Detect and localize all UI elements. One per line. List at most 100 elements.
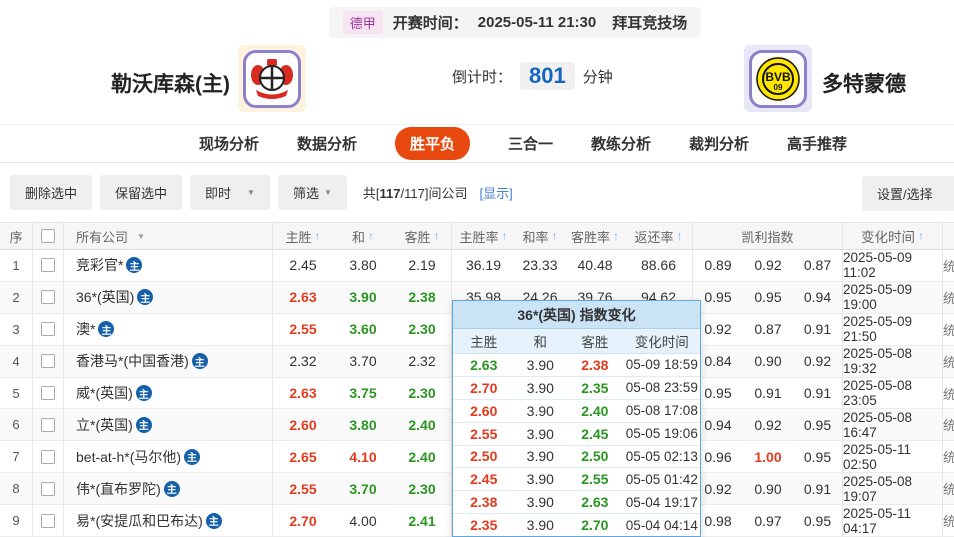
col-header-change-time[interactable]: 变化时间 ↑ xyxy=(843,223,943,249)
away-odds: 2.40 xyxy=(393,409,452,441)
row-checkbox[interactable] xyxy=(41,449,55,464)
col-header-return-rate[interactable]: 返还率 ↑ xyxy=(625,223,693,249)
sort-asc-icon: ↑ xyxy=(918,229,924,243)
change-time: 2025-05-09 11:02 xyxy=(843,250,943,281)
popup-draw-odds: 3.90 xyxy=(526,494,554,511)
row-checkbox[interactable] xyxy=(41,354,55,369)
clipped-column-glyph[interactable]: 统 xyxy=(943,282,954,313)
select-all-checkbox[interactable] xyxy=(41,229,55,243)
keep-selected-button[interactable]: 保留选中 xyxy=(100,175,183,210)
teams-row: 勒沃库森(主) 倒计时： 801 分钟 BVB 09 多特蒙德 xyxy=(0,40,954,125)
away-odds: 2.30 xyxy=(393,313,452,345)
clipped-column-glyph[interactable]: 统 xyxy=(943,409,954,440)
league-badge[interactable]: 德甲 xyxy=(342,11,383,34)
show-link[interactable]: [显示] xyxy=(479,183,512,202)
change-time: 2025-05-08 19:32 xyxy=(843,345,943,377)
nav-tab[interactable]: 高手推荐 xyxy=(787,128,847,159)
kelly-away: 0.87 xyxy=(793,250,843,281)
popup-away-odds: 2.50 xyxy=(581,448,609,465)
clipped-column-glyph[interactable]: 统 xyxy=(943,314,954,345)
time-mode-select[interactable]: 即时 ▼ xyxy=(190,175,270,210)
bvb-crest-icon: BVB 09 xyxy=(749,49,807,108)
nav-tab[interactable]: 胜平负 xyxy=(394,127,470,160)
odds-analysis-page: 德甲 开赛时间： 2025-05-11 21:30 拜耳竞技场 勒沃库森(主) xyxy=(0,0,954,537)
filter-select[interactable]: 筛选 ▼ xyxy=(277,175,347,210)
away-team-logo: BVB 09 xyxy=(744,45,812,112)
col-header-home-rate[interactable]: 主胜率 ↑ xyxy=(452,223,515,249)
home-odds: 2.60 xyxy=(289,416,317,433)
away-odds: 2.30 xyxy=(393,377,452,409)
nav-tab[interactable]: 数据分析 xyxy=(297,128,357,159)
col-header-company[interactable]: 所有公司 ▼ xyxy=(64,223,273,249)
nav-tab[interactable]: 教练分析 xyxy=(591,128,651,159)
row-index: 2 xyxy=(12,289,20,305)
popup-row: 2.63 3.90 2.38 05-09 18:59 xyxy=(453,354,700,377)
popup-change-time: 05-08 17:08 xyxy=(625,403,698,419)
row-checkbox[interactable] xyxy=(41,290,55,305)
delete-selected-button[interactable]: 删除选中 xyxy=(10,175,93,210)
company-cell[interactable]: bet-at-h*(马尔他) 主 xyxy=(64,441,273,473)
popup-draw-odds: 3.90 xyxy=(526,448,554,465)
clipped-column-glyph[interactable]: 统 xyxy=(943,505,954,536)
row-checkbox[interactable] xyxy=(41,417,55,432)
clipped-column-glyph[interactable]: 统 xyxy=(943,378,954,409)
popup-away-odds: 2.63 xyxy=(581,494,609,511)
clipped-column-glyph[interactable]: 统 xyxy=(943,250,954,281)
col-header-clipped xyxy=(943,223,954,249)
company-cell[interactable]: 立*(英国) 主 xyxy=(64,409,273,441)
company-cell[interactable]: 易*(安提瓜和巴布达) 主 xyxy=(64,505,273,537)
row-index: 6 xyxy=(12,417,20,433)
col-header-checkbox[interactable] xyxy=(33,223,64,249)
nav-tab[interactable]: 裁判分析 xyxy=(689,128,749,159)
sort-asc-icon: ↑ xyxy=(613,229,619,243)
company-cell[interactable]: 香港马*(中国香港) 主 xyxy=(64,345,273,377)
clipped-column-glyph[interactable]: 统 xyxy=(943,346,954,377)
company-name: 立*(英国) xyxy=(76,416,133,433)
company-name: 易*(安提瓜和巴布达) xyxy=(76,512,203,529)
popup-away-odds: 2.45 xyxy=(581,425,609,442)
row-index: 3 xyxy=(12,321,20,337)
company-cell[interactable]: 威*(英国) 主 xyxy=(64,377,273,409)
away-odds: 2.32 xyxy=(393,345,452,377)
countdown-unit: 分钟 xyxy=(582,68,613,86)
row-checkbox[interactable] xyxy=(41,322,55,337)
nav-tab[interactable]: 现场分析 xyxy=(199,128,259,159)
company-cell[interactable]: 澳* 主 xyxy=(64,313,273,345)
company-name: bet-at-h*(马尔他) xyxy=(76,448,182,465)
kelly-draw: 0.92 xyxy=(754,416,782,433)
popup-body: 2.63 3.90 2.38 05-09 18:59 2.70 3.90 2.3… xyxy=(453,354,700,536)
popup-home-odds: 2.45 xyxy=(470,471,498,488)
col-header-draw-odds[interactable]: 和 ↑ xyxy=(333,223,393,249)
row-checkbox[interactable] xyxy=(41,513,55,528)
popup-row: 2.55 3.90 2.45 05-05 19:06 xyxy=(453,423,700,446)
away-odds: 2.38 xyxy=(393,281,452,313)
row-checkbox[interactable] xyxy=(41,386,55,400)
kelly-away: 0.94 xyxy=(793,281,843,313)
clipped-column-glyph[interactable]: 统 xyxy=(943,473,954,504)
popup-change-time: 05-08 23:59 xyxy=(625,380,698,396)
col-header-home-odds[interactable]: 主胜 ↑ xyxy=(273,223,333,249)
kelly-draw: 0.90 xyxy=(754,480,782,497)
popup-draw-odds: 3.90 xyxy=(526,471,554,488)
company-cell[interactable]: 伟*(直布罗陀) 主 xyxy=(64,473,273,505)
row-checkbox[interactable] xyxy=(41,481,55,496)
nav-tab[interactable]: 三合一 xyxy=(508,128,553,159)
toolbar: 删除选中 保留选中 即时 ▼ 筛选 ▼ 共[117/117]间公司 [显示] 设… xyxy=(0,163,954,222)
clipped-column-glyph[interactable]: 统 xyxy=(943,441,954,472)
leverkusen-crest-icon xyxy=(243,49,301,108)
company-cell[interactable]: 竞彩官* 主 xyxy=(64,250,273,281)
settings-select-button[interactable]: 设置/选择 xyxy=(862,176,954,211)
popup-away-odds: 2.35 xyxy=(581,379,609,396)
kelly-draw: 0.87 xyxy=(754,321,782,338)
popup-change-time: 05-04 19:17 xyxy=(625,494,698,510)
company-cell[interactable]: 36*(英国) 主 xyxy=(64,281,273,313)
kelly-draw: 0.97 xyxy=(754,512,782,529)
col-header-draw-rate[interactable]: 和率 ↑ xyxy=(515,223,565,249)
filter-label: 筛选 xyxy=(292,186,319,201)
nav-tabs: 现场分析 数据分析 胜平负 三合一 教练分析 裁判分析 高手推荐 xyxy=(199,127,847,160)
col-header-away-odds[interactable]: 客胜 ↑ xyxy=(393,223,452,249)
dropdown-arrow-icon: ▼ xyxy=(137,231,145,241)
col-header-away-rate[interactable]: 客胜率 ↑ xyxy=(565,223,625,249)
popup-header-row: 主胜 和 客胜 变化时间 xyxy=(453,329,700,354)
row-checkbox[interactable] xyxy=(41,258,55,273)
